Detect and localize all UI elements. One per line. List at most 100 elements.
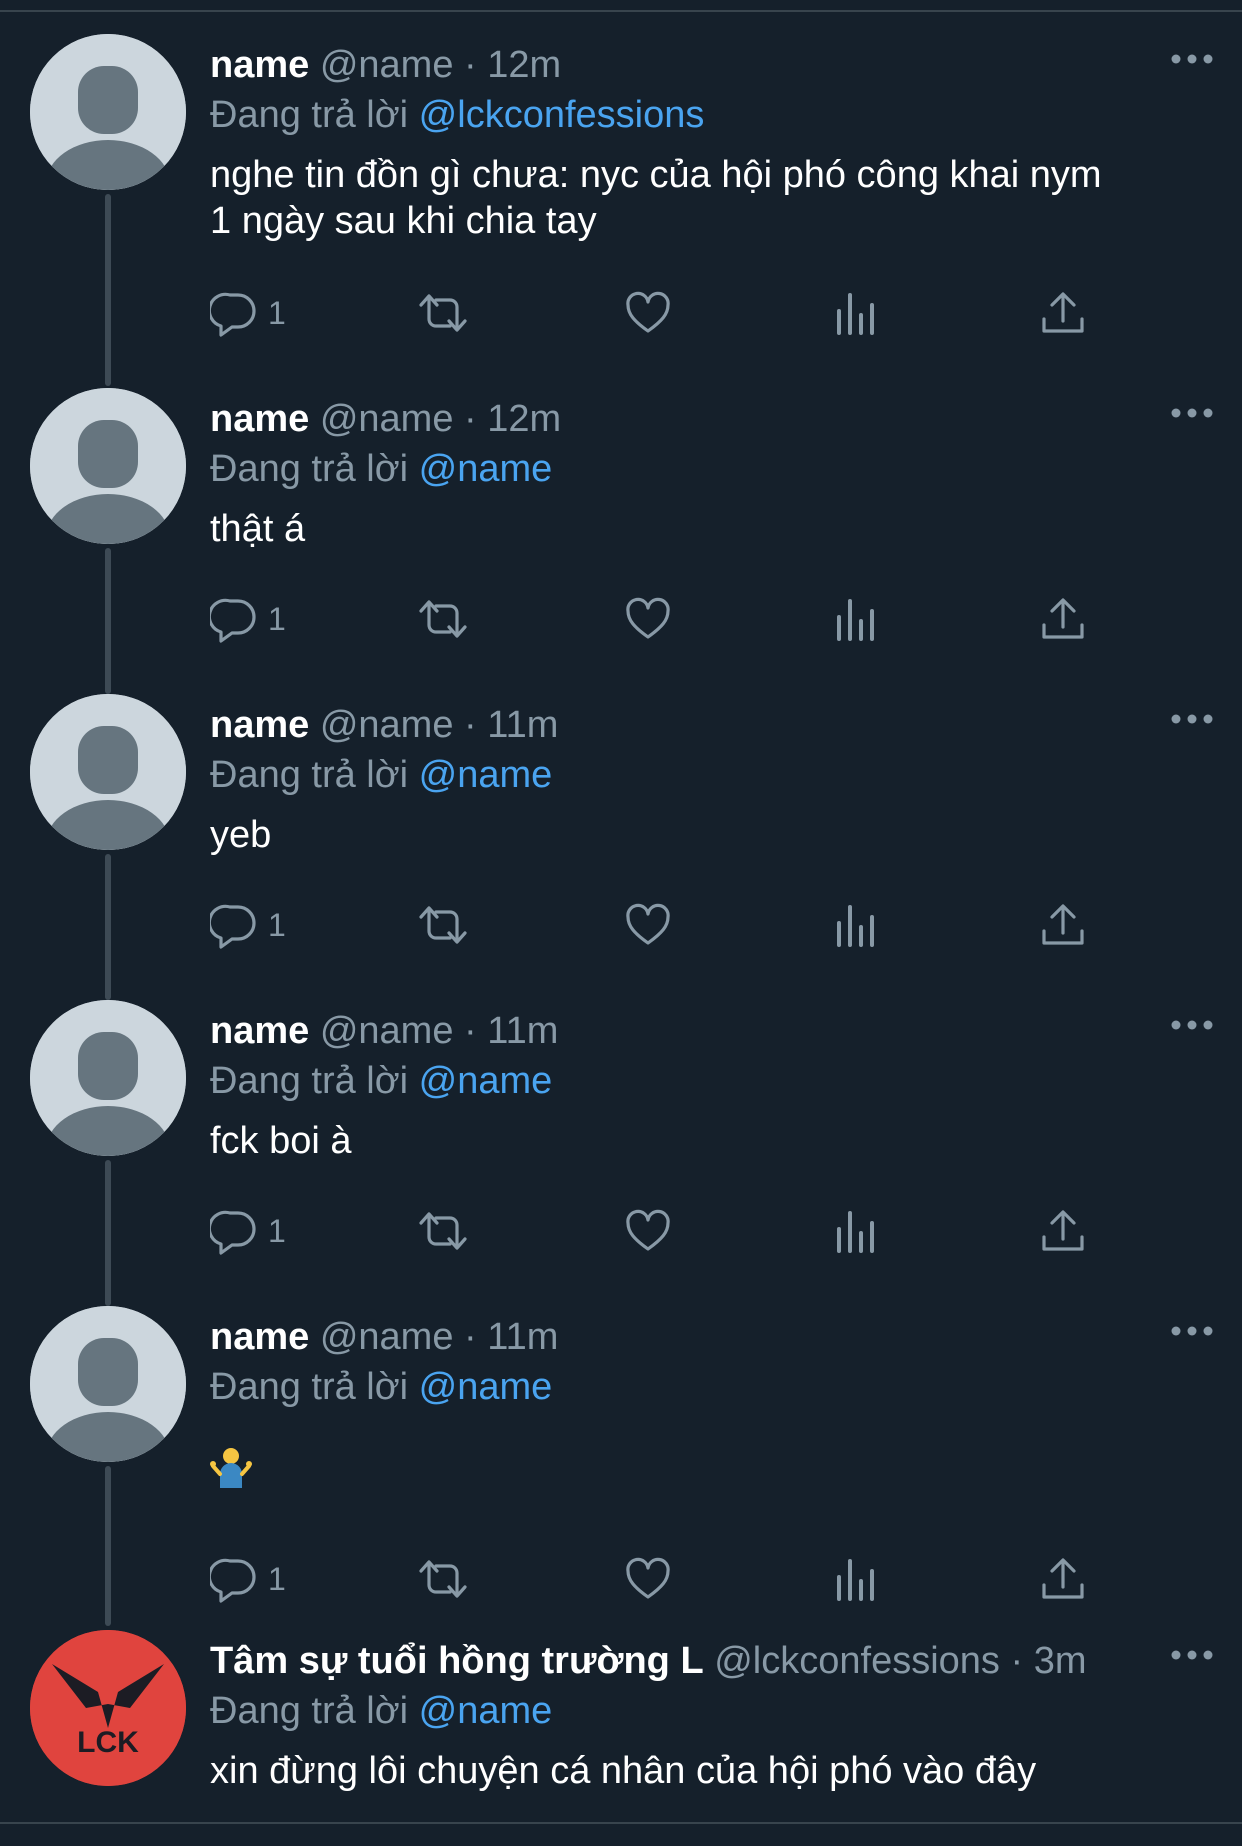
retweet-icon [419, 1212, 467, 1250]
lck-logo-icon: LCK [30, 1630, 186, 1786]
reply-count: 1 [268, 1212, 286, 1249]
more-icon[interactable] [1170, 704, 1214, 734]
reply-button[interactable]: 1 [210, 288, 286, 338]
mention-link[interactable]: @name [419, 1060, 553, 1102]
views-button[interactable] [834, 594, 878, 644]
display-name[interactable]: name [210, 1010, 309, 1052]
more-icon[interactable] [1170, 1640, 1214, 1670]
separator: · [1010, 1640, 1024, 1682]
reply-count: 1 [268, 294, 286, 331]
tweet-header: name @name · 12m [210, 394, 1202, 444]
timestamp[interactable]: 11m [487, 1316, 558, 1358]
reply-button[interactable]: 1 [210, 594, 286, 644]
reply-count: 1 [268, 1560, 286, 1597]
tweet-text: nghe tin đồn gì chưa: nyc của hội phó cô… [210, 152, 1210, 244]
like-button[interactable] [624, 288, 672, 338]
thread-line [105, 1160, 111, 1306]
display-name[interactable]: name [210, 704, 309, 746]
share-icon [1042, 1558, 1084, 1599]
more-icon[interactable] [1170, 398, 1214, 428]
avatar[interactable] [30, 1000, 186, 1156]
share-icon [1042, 1210, 1084, 1251]
views-icon [837, 293, 874, 335]
mention-link[interactable]: @name [419, 754, 553, 796]
retweet-button[interactable] [415, 1206, 471, 1256]
mention-link[interactable]: @name [419, 1366, 553, 1408]
replying-prefix: Đang trả lời [210, 754, 409, 796]
tweet-text-line: thật á [210, 508, 306, 550]
share-button[interactable] [1040, 1554, 1086, 1604]
default-avatar-icon [30, 34, 186, 190]
replying-to: Đang trả lời @name [210, 444, 552, 494]
views-icon [837, 1211, 874, 1253]
display-name[interactable]: name [210, 398, 309, 440]
handle[interactable]: @lckconfessions [714, 1640, 1000, 1682]
reply-button[interactable]: 1 [210, 1206, 286, 1256]
timestamp[interactable]: 12m [487, 398, 561, 440]
reply-button[interactable]: 1 [210, 1554, 286, 1604]
thread-line [105, 854, 111, 1000]
separator: · [464, 704, 477, 746]
like-button[interactable] [624, 1206, 672, 1256]
avatar[interactable] [30, 694, 186, 850]
thread-line [105, 548, 111, 694]
handle[interactable]: @name [320, 704, 454, 746]
avatar[interactable]: LCK [30, 1630, 186, 1786]
svg-text:LCK: LCK [77, 1726, 139, 1759]
more-icon[interactable] [1170, 1316, 1214, 1346]
default-avatar-icon [30, 1000, 186, 1156]
avatar[interactable] [30, 34, 186, 190]
reply-icon [210, 1558, 256, 1603]
views-icon [837, 1559, 874, 1601]
timestamp[interactable]: 12m [487, 44, 561, 86]
more-icon[interactable] [1170, 44, 1214, 74]
share-button[interactable] [1040, 900, 1086, 950]
retweet-button[interactable] [415, 288, 471, 338]
handle[interactable]: @name [320, 44, 454, 86]
separator: · [464, 44, 477, 86]
tweet-text: yeb [210, 812, 1210, 858]
share-button[interactable] [1040, 288, 1086, 338]
retweet-button[interactable] [415, 1554, 471, 1604]
display-name[interactable]: name [210, 44, 309, 86]
handle[interactable]: @name [320, 398, 454, 440]
share-icon [1042, 598, 1084, 639]
retweet-button[interactable] [415, 594, 471, 644]
share-button[interactable] [1040, 1206, 1086, 1256]
retweet-button[interactable] [415, 900, 471, 950]
handle[interactable]: @name [320, 1010, 454, 1052]
replying-prefix: Đang trả lời [210, 1690, 409, 1732]
tweet-text: xin đừng lôi chuyện cá nhân của hội phó … [210, 1748, 1210, 1794]
default-avatar-icon [30, 694, 186, 850]
mention-link[interactable]: @name [419, 1690, 553, 1732]
avatar[interactable] [30, 1306, 186, 1462]
like-button[interactable] [624, 1554, 672, 1604]
separator: · [464, 1316, 477, 1358]
share-button[interactable] [1040, 594, 1086, 644]
mention-link[interactable]: @name [419, 448, 553, 490]
reply-count: 1 [268, 906, 286, 943]
avatar[interactable] [30, 388, 186, 544]
mention-link[interactable]: @lckconfessions [419, 94, 705, 136]
views-button[interactable] [834, 1206, 878, 1256]
like-icon [626, 597, 670, 639]
timestamp[interactable]: 11m [487, 1010, 558, 1052]
views-button[interactable] [834, 288, 878, 338]
views-icon [837, 905, 874, 947]
views-button[interactable] [834, 900, 878, 950]
display-name[interactable]: Tâm sự tuổi hồng trường L [210, 1640, 704, 1682]
timestamp[interactable]: 3m [1034, 1640, 1087, 1682]
timestamp[interactable]: 11m [487, 704, 558, 746]
like-button[interactable] [624, 594, 672, 644]
handle[interactable]: @name [320, 1316, 454, 1358]
reply-button[interactable]: 1 [210, 900, 286, 950]
reply-icon [210, 904, 256, 949]
tweet-actions: 1 [210, 1206, 1110, 1256]
more-icon[interactable] [1170, 1010, 1214, 1040]
tweet-header: name @name · 11m [210, 1312, 1202, 1362]
replying-prefix: Đang trả lời [210, 1366, 409, 1408]
display-name[interactable]: name [210, 1316, 309, 1358]
separator: · [464, 398, 477, 440]
like-button[interactable] [624, 900, 672, 950]
views-button[interactable] [834, 1554, 878, 1604]
